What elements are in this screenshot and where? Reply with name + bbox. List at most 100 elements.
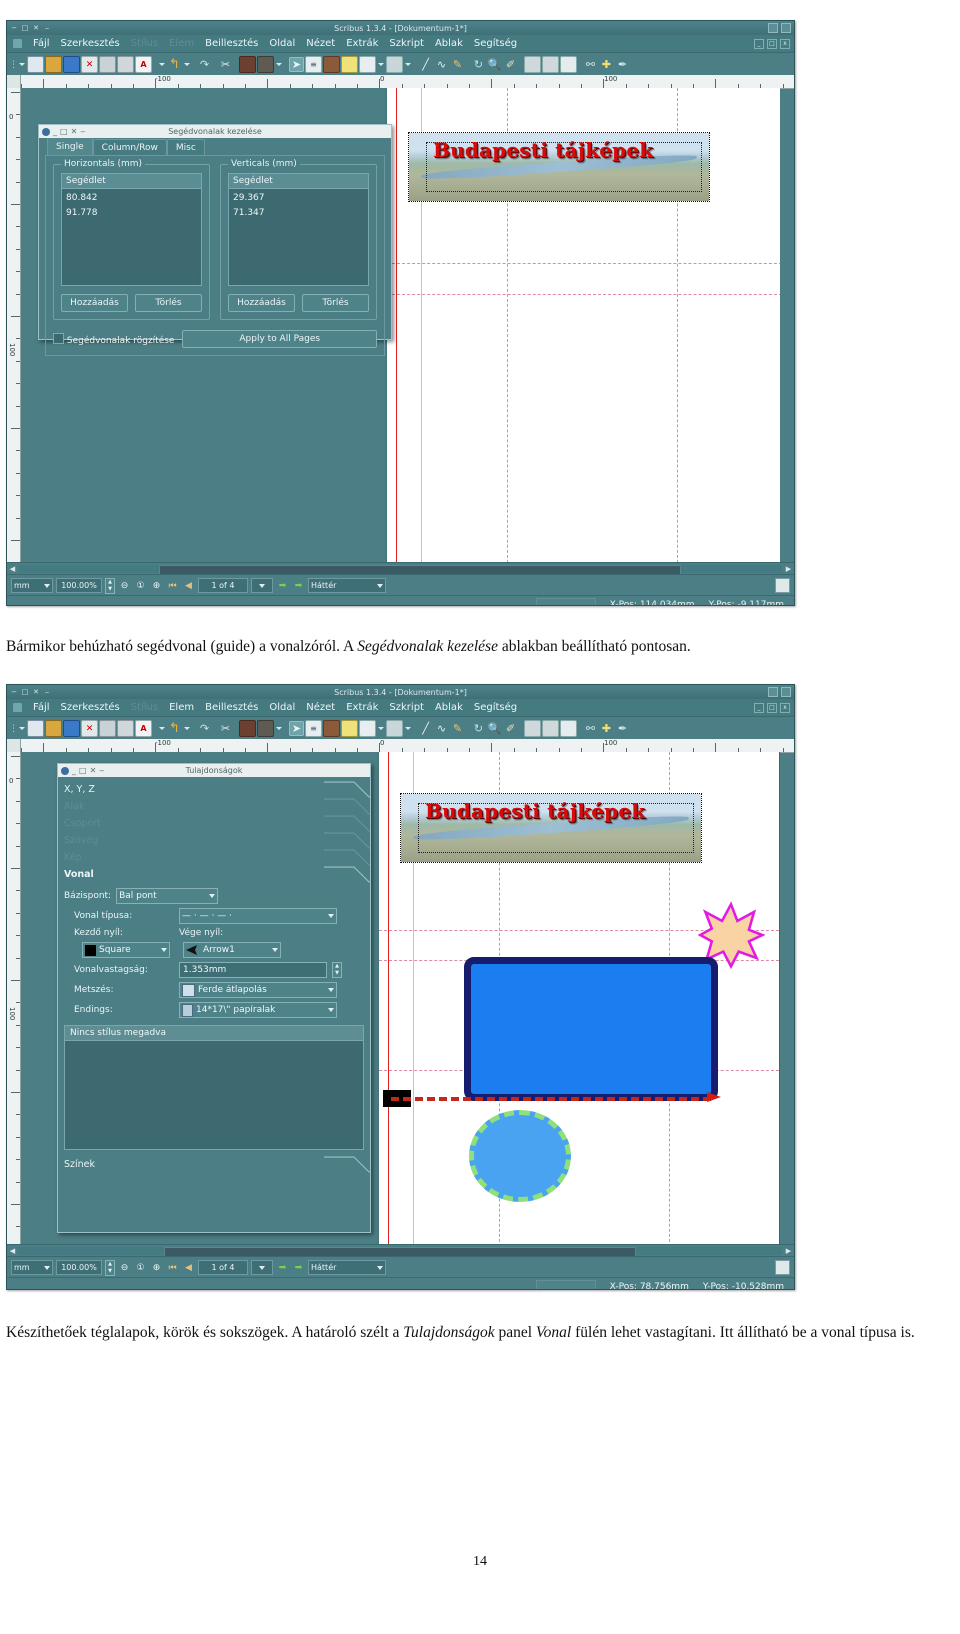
zoom-field[interactable]: 100.00%	[56, 1260, 102, 1275]
menu-item-beillesztes[interactable]: Beillesztés	[205, 702, 258, 713]
edit-contents-icon[interactable]: ✐	[503, 721, 518, 736]
horizontal-ruler[interactable]: -100 0 100	[7, 75, 794, 89]
unlink-text-frames-icon[interactable]	[542, 56, 559, 73]
menu-item-extrak[interactable]: Extrák	[346, 702, 378, 713]
toolbar-handle-icon[interactable]: ⋮	[9, 721, 18, 736]
ruler-origin-box[interactable]	[7, 75, 21, 88]
copy-properties-icon[interactable]: ⚯	[583, 57, 598, 72]
page-field[interactable]: 1 of 4	[198, 1260, 248, 1275]
redo-menu-icon[interactable]	[184, 727, 190, 730]
link-text-frames-icon[interactable]	[524, 720, 541, 737]
image-frame-selected[interactable]: Budapesti tájképek	[408, 132, 710, 202]
restore-icon[interactable]	[768, 687, 778, 697]
linewidth-stepper[interactable]: ▲ ▼	[332, 962, 342, 978]
mdi-close-icon[interactable]: x	[780, 702, 790, 713]
dialog-tabs[interactable]: Single Column/Row Misc	[39, 137, 391, 155]
delete-horizontal-button[interactable]: Törlés	[135, 294, 202, 312]
paste-icon[interactable]	[257, 56, 274, 73]
scribus-window-2[interactable]: − □ ✕ ‒ Scribus 1.3.4 - [Dokumentum-1*] …	[6, 684, 795, 1290]
export-pdf-icon[interactable]: A	[135, 720, 152, 737]
menu-item-extrak[interactable]: Extrák	[346, 38, 378, 49]
menu-item-oldal[interactable]: Oldal	[269, 702, 295, 713]
layer-selector[interactable]: Háttér	[308, 1260, 386, 1275]
zoom-stepper[interactable]: ▲ ▼	[105, 1259, 115, 1276]
list-item[interactable]: 91.778	[66, 206, 197, 221]
window-close-icon[interactable]	[781, 687, 791, 697]
app-menu-icon[interactable]	[13, 39, 22, 48]
vertical-ruler[interactable]: 0 100	[7, 752, 21, 1244]
scroll-left-icon[interactable]: ◀	[7, 1246, 18, 1257]
previous-page-icon[interactable]: ◀	[182, 1261, 195, 1274]
endings-row[interactable]: Endings: 14*17\" papíralak	[58, 1000, 370, 1020]
copy-icon[interactable]	[239, 56, 256, 73]
table-icon[interactable]	[341, 56, 358, 73]
toolbar-overflow-icon[interactable]	[19, 63, 25, 66]
scroll-right-icon[interactable]: ▶	[783, 564, 794, 575]
select-tool-icon[interactable]: ➤	[289, 721, 304, 736]
next-page-icon[interactable]: ➡	[276, 579, 289, 592]
add-horizontal-button[interactable]: Hozzáadás	[61, 294, 128, 312]
image-frame-icon[interactable]	[323, 56, 340, 73]
maximize-icon[interactable]: □	[21, 24, 29, 32]
tab-single[interactable]: Single	[47, 137, 93, 155]
scrollbar-track[interactable]	[19, 1247, 782, 1257]
scrollbar-track[interactable]	[19, 565, 782, 575]
menu-item-szkript[interactable]: Szkript	[389, 702, 424, 713]
zoom-tool-icon[interactable]: 🔍	[487, 721, 502, 736]
paste-menu-icon[interactable]	[276, 727, 282, 730]
page-field[interactable]: 1 of 4	[198, 578, 248, 593]
close-icon[interactable]: ✕	[32, 688, 40, 696]
print-preview-icon[interactable]	[117, 56, 134, 73]
zoom-out-icon[interactable]: ⊖	[118, 579, 131, 592]
shape-menu-icon[interactable]	[378, 727, 384, 730]
line-tool-icon[interactable]: ╱	[418, 57, 433, 72]
window-titlebar[interactable]: − □ ✕ ‒ Scribus 1.3.4 - [Dokumentum-1*]	[7, 21, 794, 35]
menu-item-beillesztes[interactable]: Beillesztés	[205, 38, 258, 49]
preview-mode-icon[interactable]	[775, 1260, 790, 1275]
eyedropper-icon[interactable]: ✚	[599, 57, 614, 72]
section-expander-icon[interactable]	[324, 1156, 370, 1173]
scroll-right-icon[interactable]: ▶	[783, 1246, 794, 1257]
apply-to-all-pages-button[interactable]: Apply to All Pages	[182, 330, 377, 348]
scroll-left-icon[interactable]: ◀	[7, 564, 18, 575]
window-controls-right[interactable]	[768, 687, 791, 697]
arrow-selects-row[interactable]: Square Arrow1	[58, 940, 370, 960]
print-icon[interactable]	[99, 720, 116, 737]
linewidth-row[interactable]: Vonalvastagság: 1.353mm ▲ ▼	[58, 960, 370, 980]
redo-menu-icon[interactable]	[184, 63, 190, 66]
window-controls-right[interactable]	[768, 23, 791, 33]
status-bar[interactable]: mm 100.00% ▲ ▼ ⊖ ① ⊕ ⏮ ◀ 1 of 4 ➡ ➡ Hátté…	[7, 1256, 794, 1278]
undo-menu-icon[interactable]	[159, 727, 165, 730]
menu-bar[interactable]: Fájl Szerkesztés Stílus Elem Beillesztés…	[7, 35, 794, 53]
lock-guides-checkbox-row[interactable]: Segédvonalak rögzítése	[53, 332, 174, 346]
menu-item-szerkesztes[interactable]: Szerkesztés	[61, 702, 120, 713]
minimize-icon[interactable]: −	[10, 688, 18, 696]
menu-item-fajl[interactable]: Fájl	[33, 702, 50, 713]
style-list-header[interactable]: Nincs stílus megadva	[64, 1025, 364, 1041]
section-expander-icon[interactable]	[324, 781, 370, 798]
menu-item-szkript[interactable]: Szkript	[389, 38, 424, 49]
menu-bar[interactable]: Fájl Szerkesztés Stílus Elem Beillesztés…	[7, 699, 794, 717]
mdi-restore-icon[interactable]: □	[767, 702, 777, 713]
scribus-window-1[interactable]: − □ ✕ ‒ Scribus 1.3.4 - [Dokumentum-1*] …	[6, 20, 795, 606]
zoom-tool-icon[interactable]: 🔍	[487, 57, 502, 72]
section-vonal[interactable]: Vonal	[58, 866, 370, 883]
menu-item-segitseg[interactable]: Segítség	[474, 38, 517, 49]
join-select[interactable]: Ferde átlapolás	[179, 982, 337, 998]
unit-selector[interactable]: mm	[11, 1260, 53, 1275]
close-document-icon[interactable]: ✕	[81, 720, 98, 737]
tab-column-row[interactable]: Column/Row	[92, 139, 167, 155]
mdi-minimize-icon[interactable]: _	[754, 702, 764, 713]
open-document-icon[interactable]	[45, 56, 62, 73]
eyedropper-icon[interactable]: ✚	[599, 721, 614, 736]
select-tool-icon[interactable]: ➤	[289, 57, 304, 72]
rotate-tool-icon[interactable]: ↻	[471, 57, 486, 72]
window-controls-left[interactable]: − □ ✕ ‒	[10, 24, 51, 32]
measurements-icon[interactable]	[560, 720, 577, 737]
zoom-in-icon[interactable]: ⊕	[150, 1261, 163, 1274]
shade-icon[interactable]: ‒	[43, 688, 51, 696]
edit-contents-icon[interactable]: ✐	[503, 57, 518, 72]
shape-menu-icon[interactable]	[378, 63, 384, 66]
horizontal-ruler[interactable]: -100 0 100	[7, 739, 794, 753]
last-page-icon[interactable]: ➡	[292, 1261, 305, 1274]
